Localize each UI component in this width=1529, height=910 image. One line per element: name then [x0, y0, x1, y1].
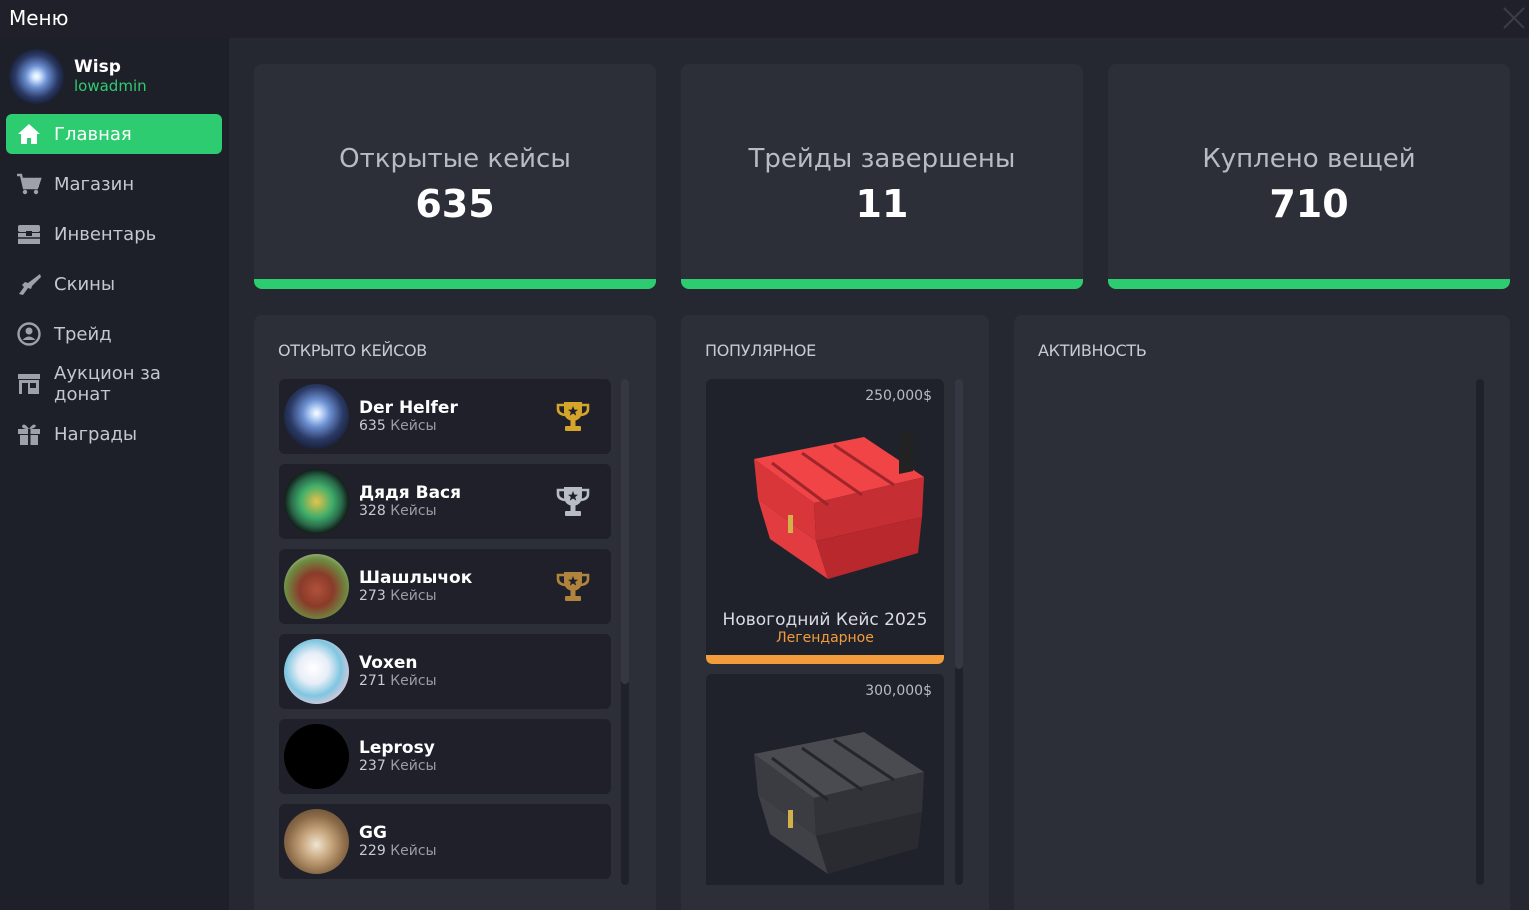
player-name: Дядя Вася	[359, 483, 462, 503]
case-count: 229 Кейсы	[359, 843, 437, 859]
list-item[interactable]: Шашлычок 273 Кейсы	[279, 549, 611, 624]
case-count: 237 Кейсы	[359, 758, 437, 774]
stat-value: 11	[855, 182, 909, 226]
avatar	[284, 809, 349, 874]
close-icon[interactable]	[1501, 5, 1527, 31]
stat-card-cases: Открытые кейсы 635	[254, 64, 656, 289]
case-count: 271 Кейсы	[359, 673, 437, 689]
sidebar-item-auction[interactable]: Аукцион за донат	[6, 363, 222, 405]
player-name: GG	[359, 823, 387, 843]
stat-bar	[254, 279, 656, 289]
case-name: Новогодний Кейс 2025	[722, 610, 928, 630]
user-name: Wisp	[74, 57, 121, 77]
bronze-trophy-icon	[556, 572, 590, 601]
cart-icon	[17, 173, 42, 195]
list-item[interactable]: Der Helfer 635 Кейсы	[279, 379, 611, 454]
gold-trophy-icon	[556, 402, 590, 431]
sidebar-item-skins[interactable]: Скины	[6, 264, 222, 304]
list-item[interactable]: Дядя Вася 328 Кейсы	[279, 464, 611, 539]
case-price: 250,000$	[865, 388, 932, 404]
user-role: lowadmin	[74, 77, 147, 95]
red-case-image	[754, 431, 924, 579]
stat-card-trades: Трейды завершены 11	[681, 64, 1083, 289]
sidebar-item-label: Главная	[54, 123, 132, 145]
avatar	[9, 49, 64, 104]
avatar	[284, 384, 349, 449]
user-circle-icon	[17, 322, 41, 346]
scrollbar[interactable]	[1476, 379, 1484, 885]
stat-label: Открытые кейсы	[339, 144, 571, 174]
scrollbar-thumb[interactable]	[955, 379, 963, 669]
rarity-bar	[706, 655, 944, 664]
main-content: Открытые кейсы 635 Трейды завершены 11 К…	[229, 38, 1529, 910]
scrollbar-thumb[interactable]	[621, 379, 629, 684]
user-profile[interactable]: Wisp lowadmin	[9, 49, 219, 105]
stat-value: 635	[415, 182, 495, 226]
list-item[interactable]: GG 229 Кейсы	[279, 804, 611, 879]
case-rarity: Легендарное	[776, 630, 874, 646]
case-count: 635 Кейсы	[359, 418, 437, 434]
sidebar-item-label: Трейд	[54, 323, 112, 345]
popular-panel: ПОПУЛЯРНОЕ 250,000$ Новогодний Кейс 2025…	[681, 315, 989, 910]
player-name: Voxen	[359, 653, 418, 673]
sidebar-item-shop[interactable]: Магазин	[6, 164, 222, 204]
sidebar-item-label: Скины	[54, 273, 116, 295]
panel-title: АКТИВНОСТЬ	[1038, 341, 1147, 360]
avatar	[284, 469, 349, 534]
stat-value: 710	[1269, 182, 1349, 226]
list-item[interactable]: Voxen 271 Кейсы	[279, 634, 611, 709]
stat-bar	[681, 279, 1083, 289]
avatar	[284, 724, 349, 789]
opened-cases-panel: ОТКРЫТО КЕЙСОВ Der Helfer 635 Кейсы Дядя…	[254, 315, 656, 910]
case-card[interactable]: 250,000$ Новогодний Кейс 2025 Легендарно…	[706, 379, 944, 664]
case-card[interactable]: 300,000$	[706, 674, 944, 885]
sidebar-nav: Главная Магазин Инвентарь Скины Трейд Ау…	[6, 114, 222, 464]
panel-title: ОТКРЫТО КЕЙСОВ	[278, 341, 427, 360]
chest-icon	[18, 225, 40, 244]
window-title: Меню	[9, 6, 69, 30]
gift-icon	[18, 424, 40, 445]
stat-card-purchases: Куплено вещей 710	[1108, 64, 1510, 289]
avatar	[284, 639, 349, 704]
avatar	[284, 554, 349, 619]
sidebar-item-label: Награды	[54, 423, 138, 445]
sidebar-item-trade[interactable]: Трейд	[6, 314, 222, 354]
list-item[interactable]: Leprosy 237 Кейсы	[279, 719, 611, 794]
sidebar-item-label: Аукцион за донат	[54, 363, 161, 405]
title-bar: Меню	[0, 0, 1529, 38]
player-name: Der Helfer	[359, 398, 458, 418]
case-price: 300,000$	[865, 683, 932, 699]
stat-bar	[1108, 279, 1510, 289]
player-name: Шашлычок	[359, 568, 473, 588]
stat-label: Трейды завершены	[748, 144, 1016, 174]
home-icon	[18, 124, 40, 144]
case-count: 328 Кейсы	[359, 503, 437, 519]
sidebar: Wisp lowadmin Главная Магазин Инвентарь …	[0, 38, 229, 910]
sidebar-item-inventory[interactable]: Инвентарь	[6, 214, 222, 254]
case-count: 273 Кейсы	[359, 588, 437, 604]
gun-icon	[19, 274, 41, 295]
scrollbar[interactable]	[621, 379, 629, 885]
sidebar-item-label: Магазин	[54, 173, 135, 195]
scrollbar[interactable]	[955, 379, 963, 885]
black-case-image	[754, 732, 924, 874]
shop-icon	[18, 374, 40, 394]
panel-title: ПОПУЛЯРНОЕ	[705, 341, 816, 360]
stat-label: Куплено вещей	[1202, 144, 1416, 174]
sidebar-item-home[interactable]: Главная	[6, 114, 222, 154]
sidebar-item-rewards[interactable]: Награды	[6, 414, 222, 454]
activity-panel: АКТИВНОСТЬ	[1014, 315, 1510, 910]
sidebar-item-label: Инвентарь	[54, 223, 157, 245]
silver-trophy-icon	[556, 487, 590, 516]
player-name: Leprosy	[359, 738, 435, 758]
